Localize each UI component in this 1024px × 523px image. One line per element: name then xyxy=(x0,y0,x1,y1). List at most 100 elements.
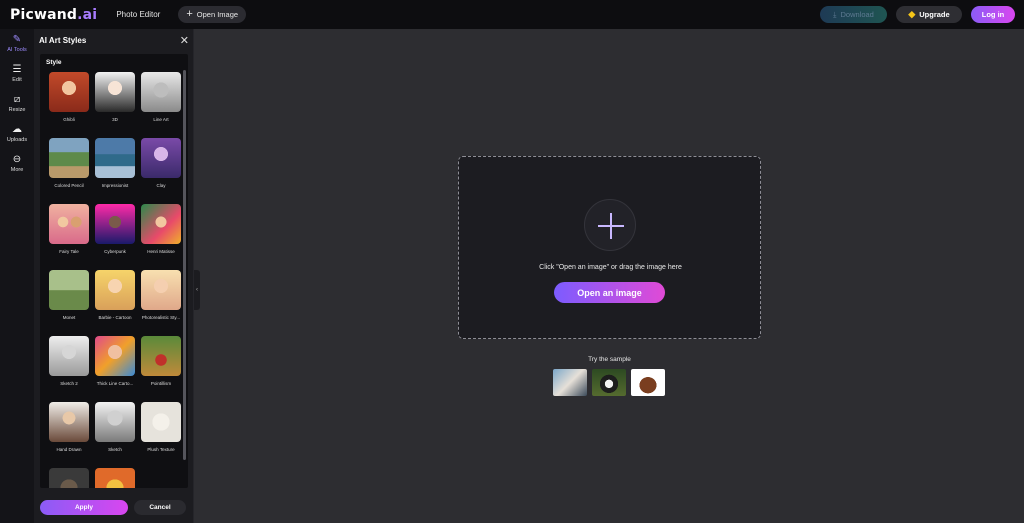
style-item[interactable] xyxy=(48,468,90,488)
style-item[interactable]: Thick Line Carto... xyxy=(94,336,136,386)
style-item[interactable] xyxy=(94,468,136,488)
style-item[interactable]: Colored Pencil xyxy=(48,138,90,188)
style-label: Colored Pencil xyxy=(54,183,84,188)
logo-text: Picwand xyxy=(10,6,78,23)
style-item[interactable]: Photorealistic Sty... xyxy=(140,270,182,320)
rail-item-resize[interactable]: ⧄ Resize xyxy=(0,89,34,119)
panel-footer: Apply Cancel xyxy=(34,491,194,523)
style-item[interactable]: Cyberpunk xyxy=(94,204,136,254)
style-label: Line Art xyxy=(153,117,169,122)
style-label: Hand Drawn xyxy=(56,447,82,452)
style-item[interactable]: Fairy Tale xyxy=(48,204,90,254)
style-thumbnail xyxy=(95,204,135,244)
upgrade-label: Upgrade xyxy=(919,10,950,19)
sample-images xyxy=(553,369,665,396)
style-thumbnail xyxy=(49,72,89,112)
style-thumbnail xyxy=(95,402,135,442)
style-label: Thick Line Carto... xyxy=(96,381,134,386)
open-image-button[interactable]: + Open Image xyxy=(178,6,247,23)
style-thumbnail xyxy=(141,270,181,310)
panel-header: AI Art Styles ✕ xyxy=(34,29,193,52)
style-thumbnail xyxy=(49,468,89,488)
open-an-image-button[interactable]: Open an image xyxy=(554,282,665,303)
style-list[interactable]: Style Ghibli 3D Line Art Colored Pencil Impr… xyxy=(40,54,188,488)
style-thumbnail xyxy=(141,204,181,244)
style-item[interactable]: Plush Texture xyxy=(140,402,182,452)
style-label: Pointillism xyxy=(150,381,172,386)
style-item[interactable]: Sketch xyxy=(94,402,136,452)
rail-label: Edit xyxy=(12,77,22,83)
style-label: Henri Matisse xyxy=(147,249,175,254)
cloud-upload-icon: ☁ xyxy=(12,124,22,135)
cancel-button[interactable]: Cancel xyxy=(134,499,186,515)
rail-label: More xyxy=(10,167,24,173)
style-item[interactable]: Sketch 2 xyxy=(48,336,90,386)
style-thumbnail xyxy=(49,204,89,244)
style-label: Ghibli xyxy=(63,117,75,122)
style-thumbnail xyxy=(141,336,181,376)
download-icon: ⤓ xyxy=(833,9,837,19)
upgrade-button[interactable]: ◆ Upgrade xyxy=(896,6,962,23)
style-item[interactable]: Line Art xyxy=(140,72,182,122)
style-item[interactable]: 3D xyxy=(94,72,136,122)
style-thumbnail xyxy=(49,402,89,442)
style-label: Fairy Tale xyxy=(59,249,79,254)
rail-label: Resize xyxy=(8,107,26,113)
style-item[interactable]: Monet xyxy=(48,270,90,320)
ai-art-styles-panel: AI Art Styles ✕ Style Ghibli 3D Line Art Co… xyxy=(34,29,194,523)
panel-title: AI Art Styles xyxy=(39,36,87,45)
sample-image-bag[interactable] xyxy=(631,369,665,396)
style-thumbnail xyxy=(95,468,135,488)
style-item[interactable]: Barbie - Cartoon xyxy=(94,270,136,320)
rail-item-edit[interactable]: ☰ Edit xyxy=(0,59,34,89)
style-label: Plush Texture xyxy=(147,447,175,452)
upload-dropzone[interactable]: Click "Open an image" or drag the image … xyxy=(458,156,761,339)
sample-label: Try the sample xyxy=(588,356,631,363)
open-image-label: Open Image xyxy=(196,10,239,19)
style-item[interactable]: Clay xyxy=(140,138,182,188)
style-thumbnail xyxy=(95,270,135,310)
add-image-icon[interactable] xyxy=(584,199,636,251)
sample-image-woman[interactable] xyxy=(553,369,587,396)
style-label: Photorealistic Sty... xyxy=(141,315,181,320)
download-label: Download xyxy=(840,10,874,19)
style-item[interactable]: Pointillism xyxy=(140,336,182,386)
style-thumbnail xyxy=(95,138,135,178)
logo[interactable]: Picwand.ai xyxy=(10,7,97,23)
top-bar: Picwand.ai Photo Editor + Open Image ⤓ D… xyxy=(0,0,1024,29)
style-thumbnail xyxy=(95,336,135,376)
style-item[interactable]: Impressionist xyxy=(94,138,136,188)
rail-label: Uploads xyxy=(6,137,28,143)
download-button[interactable]: ⤓ Download xyxy=(820,6,887,23)
more-circle-icon: ⊖ xyxy=(12,154,22,165)
plus-icon: + xyxy=(186,8,193,20)
sample-image-dog[interactable] xyxy=(592,369,626,396)
style-label: 3D xyxy=(112,117,118,122)
rail-item-ai-tools[interactable]: ✎ AI Tools xyxy=(0,29,34,59)
gem-icon: ◆ xyxy=(908,9,916,19)
close-icon[interactable]: ✕ xyxy=(180,34,189,47)
style-label: Sketch 2 xyxy=(60,381,78,386)
page-title: Photo Editor xyxy=(116,10,161,19)
style-thumbnail xyxy=(141,72,181,112)
style-label: Cyberpunk xyxy=(104,249,126,254)
sparkle-pen-icon: ✎ xyxy=(12,34,22,45)
rail-item-more[interactable]: ⊖ More xyxy=(0,149,34,179)
left-rail: ✎ AI Tools ☰ Edit ⧄ Resize ☁ Uploads ⊖ M… xyxy=(0,29,34,523)
style-item[interactable]: Ghibli xyxy=(48,72,90,122)
apply-button[interactable]: Apply xyxy=(40,499,128,515)
style-item[interactable]: Henri Matisse xyxy=(140,204,182,254)
style-thumbnail xyxy=(49,270,89,310)
style-thumbnail xyxy=(49,336,89,376)
rail-item-uploads[interactable]: ☁ Uploads xyxy=(0,119,34,149)
chevron-left-icon[interactable]: ‹ xyxy=(194,270,200,310)
style-item[interactable]: Hand Drawn xyxy=(48,402,90,452)
style-thumbnail xyxy=(141,138,181,178)
scrollbar[interactable] xyxy=(183,70,186,460)
style-label: Impressionist xyxy=(101,183,129,188)
sliders-icon: ☰ xyxy=(12,64,22,75)
dropzone-hint: Click "Open an image" or drag the image … xyxy=(539,264,682,271)
login-button[interactable]: Log in xyxy=(971,6,1015,23)
style-label: Sketch xyxy=(108,447,122,452)
rail-label: AI Tools xyxy=(7,47,27,53)
